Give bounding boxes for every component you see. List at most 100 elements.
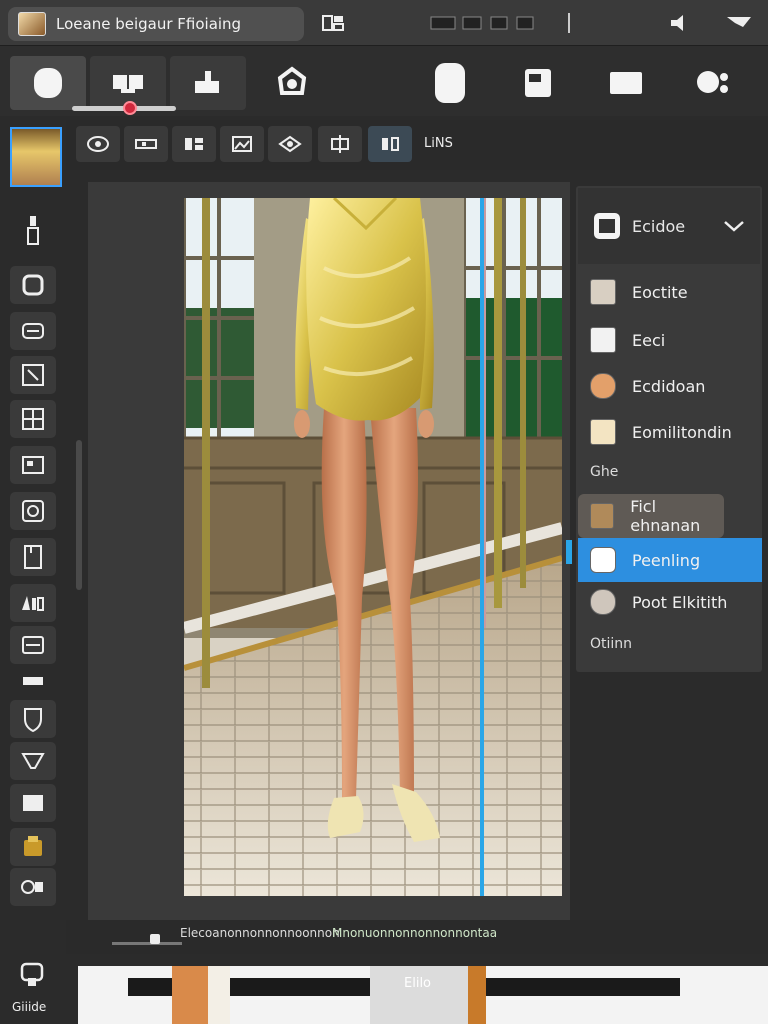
filmstrip-frame[interactable] xyxy=(172,966,208,1024)
bucket-tool-button[interactable] xyxy=(412,56,488,110)
panel-item[interactable]: Ecdidoan xyxy=(578,364,762,408)
pen-tool[interactable] xyxy=(10,212,56,250)
window-controls-icon[interactable] xyxy=(424,10,554,36)
note-tool[interactable] xyxy=(10,784,56,822)
status-text: Elecoanonnonnonnoonnon xyxy=(180,926,340,940)
option-button-7[interactable] xyxy=(368,126,412,162)
pen-icon xyxy=(27,216,39,245)
app-logo xyxy=(18,12,46,36)
frame-tool-button[interactable] xyxy=(500,56,576,110)
panel-item[interactable]: Eeci xyxy=(578,318,762,362)
note-icon xyxy=(23,795,43,811)
page-tool[interactable] xyxy=(10,538,56,576)
layer-thumbnail[interactable] xyxy=(10,127,62,187)
left-scrollbar[interactable] xyxy=(76,440,82,590)
shape-tool-button[interactable] xyxy=(10,56,86,110)
grid-icon xyxy=(185,138,203,150)
text-frame-icon xyxy=(22,364,44,386)
measure-tool[interactable] xyxy=(10,662,56,700)
window-title: Loeane beigaur Ffioiaing xyxy=(56,15,242,33)
align-icon xyxy=(382,137,399,151)
photo-illustration xyxy=(184,198,562,896)
measure-icon xyxy=(23,677,43,685)
panel-item[interactable]: Poot Elkitith xyxy=(578,580,762,624)
hand-tool[interactable] xyxy=(18,960,46,992)
item-swatch xyxy=(590,279,616,305)
panel-section-label: Otiinn xyxy=(590,636,633,652)
timeline-slider[interactable] xyxy=(112,942,182,945)
item-label: Eomilitondin xyxy=(632,422,732,442)
panel-scroll-indicator[interactable] xyxy=(566,540,572,564)
book-icon xyxy=(113,75,143,93)
title-tab[interactable]: Loeane beigaur Ffioiaing xyxy=(8,7,304,41)
eye-icon xyxy=(87,136,109,152)
crop-tool-button[interactable] xyxy=(170,56,246,110)
item-swatch xyxy=(590,327,616,353)
lasso-icon xyxy=(277,66,307,95)
brush-icon xyxy=(22,596,44,611)
canvas-image[interactable] xyxy=(184,198,562,896)
select-tool[interactable] xyxy=(10,266,56,304)
filmstrip-frame[interactable] xyxy=(468,966,486,1024)
rectangle-tool-button[interactable] xyxy=(588,56,664,110)
filmstrip-frame[interactable] xyxy=(208,966,230,1024)
mask-tool[interactable] xyxy=(10,492,56,530)
panel-item-selected[interactable]: Peenling xyxy=(578,538,762,582)
layers-tool[interactable] xyxy=(10,312,56,350)
eye-option-button[interactable] xyxy=(76,126,120,162)
vertical-guide-line[interactable] xyxy=(480,198,484,896)
options-label: LiNS xyxy=(424,136,453,151)
panel-item[interactable]: Eomilitondin xyxy=(578,410,762,454)
blob-tool-button[interactable] xyxy=(676,56,752,110)
ruler-icon xyxy=(135,139,157,149)
shield-tool[interactable] xyxy=(10,700,56,738)
rounded-square-icon xyxy=(22,274,44,296)
brush-tool[interactable] xyxy=(10,584,56,622)
transform-icon xyxy=(331,135,349,153)
chevron-down-icon[interactable] xyxy=(722,218,746,234)
option-button-6[interactable] xyxy=(318,126,362,162)
item-swatch xyxy=(590,373,616,399)
panel-icon xyxy=(594,213,620,239)
text-tool[interactable] xyxy=(10,356,56,394)
item-label: Poot Elkitith xyxy=(632,592,728,612)
funnel-tool[interactable] xyxy=(10,742,56,780)
timeline-slider-handle[interactable] xyxy=(150,934,160,944)
option-button-3[interactable] xyxy=(172,126,216,162)
speaker-icon[interactable] xyxy=(664,10,694,36)
divider xyxy=(566,10,572,36)
lasso-tool-button[interactable] xyxy=(254,56,330,110)
option-button-4[interactable] xyxy=(220,126,264,162)
image-tool[interactable] xyxy=(10,626,56,664)
item-label: Eoctite xyxy=(632,282,688,302)
effects-icon xyxy=(21,880,43,894)
frame-outline-icon xyxy=(22,456,44,474)
item-swatch xyxy=(590,503,615,529)
rectangle-icon xyxy=(610,72,642,94)
bottom-tool-label: Giiide xyxy=(12,1000,47,1014)
menu-icon[interactable] xyxy=(722,10,756,36)
grid-frame-icon xyxy=(22,408,44,430)
panel-item-hover[interactable]: Ficl ehnanan xyxy=(578,494,724,538)
blob-icon xyxy=(697,71,728,93)
page-icon xyxy=(24,545,42,569)
crop-icon xyxy=(195,71,219,93)
filmstrip-frame[interactable] xyxy=(370,966,470,1024)
option-button-2[interactable] xyxy=(124,126,168,162)
panel-item[interactable]: Eoctite xyxy=(578,270,762,314)
option-button-5[interactable] xyxy=(268,126,312,162)
layout-icon[interactable] xyxy=(318,10,348,36)
funnel-icon xyxy=(21,753,45,769)
panel-title: Ecidoe xyxy=(632,216,686,236)
hand-icon xyxy=(20,962,44,986)
mask-icon xyxy=(22,500,44,522)
filmstrip-bar xyxy=(128,978,174,996)
item-swatch xyxy=(590,547,616,573)
status-text-secondary: Mnonuonnonnonnonnontaa xyxy=(332,926,498,940)
panel-header[interactable]: Ecidoe xyxy=(578,188,760,264)
stamp-tool[interactable] xyxy=(10,828,56,866)
grid-tool[interactable] xyxy=(10,400,56,438)
frame-tool[interactable] xyxy=(10,446,56,484)
filmstrip-label: Elilo xyxy=(404,976,432,991)
effects-tool[interactable] xyxy=(10,868,56,906)
